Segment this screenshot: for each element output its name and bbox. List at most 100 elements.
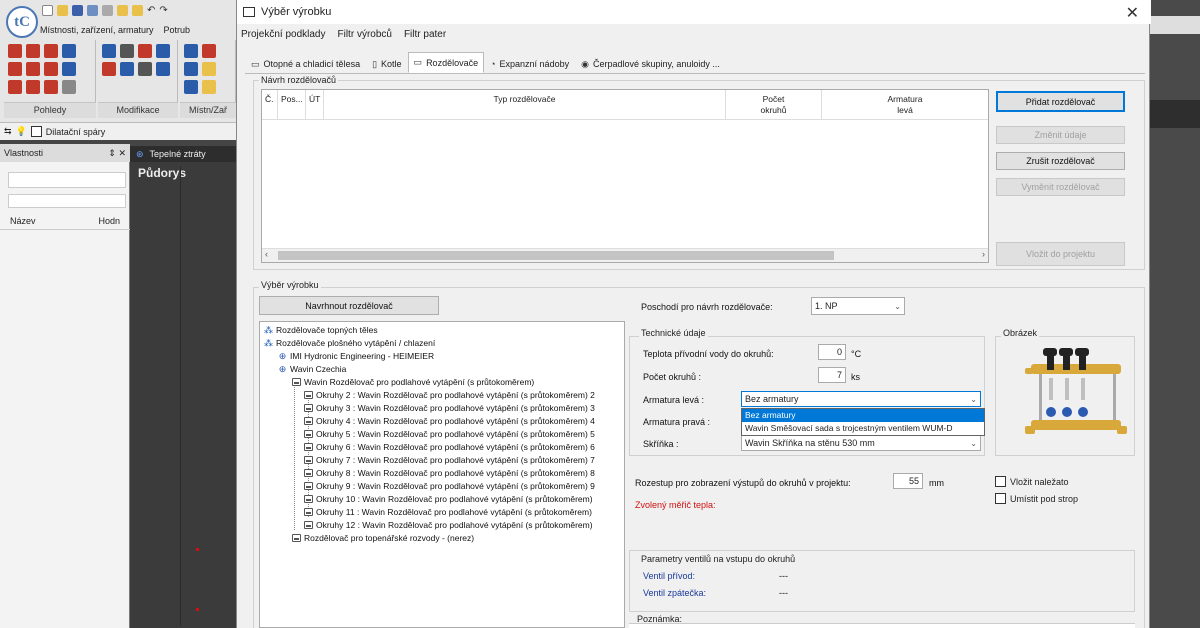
properties-filter-field[interactable] — [8, 194, 126, 208]
home-icon[interactable] — [26, 44, 40, 58]
open-folder-icon[interactable] — [57, 4, 68, 16]
tree-item-floor-heating-manifolds[interactable]: ⁂ Rozdělovače plošného vytápění / chlaze… — [264, 338, 435, 348]
room-icon[interactable] — [184, 62, 198, 76]
align-icon[interactable] — [138, 62, 152, 76]
under-ceiling-checkbox[interactable]: Umístit pod strop — [995, 493, 1078, 504]
dilatation-checkbox[interactable] — [30, 126, 42, 137]
tree-item-circuits-10[interactable]: Okruhy 10 : Wavin Rozdělovač pro podlaho… — [304, 494, 593, 504]
tree-item-circuits-11[interactable]: Okruhy 11 : Wavin Rozdělovač pro podlaho… — [304, 507, 592, 517]
left-valve-select[interactable]: Bez armatury ⌄ — [741, 391, 981, 407]
ribbon-tab-pipes[interactable]: Potrub — [164, 25, 191, 35]
drawing-canvas[interactable] — [130, 162, 236, 628]
zoom-icon[interactable] — [62, 62, 76, 76]
properties-type-field[interactable] — [8, 172, 126, 188]
floor-select[interactable]: 1. NP ⌄ — [811, 297, 905, 315]
print-icon[interactable] — [87, 4, 98, 16]
column-header-type[interactable]: Typ rozdělovače — [324, 90, 726, 119]
product-tree[interactable]: ⁂ Rozdělovače topných těles ⁂ Rozdělovač… — [259, 321, 625, 628]
tree-item-circuits-6[interactable]: Okruhy 6 : Wavin Rozdělovač pro podlahov… — [304, 442, 595, 452]
checkbox-box[interactable] — [995, 476, 1006, 487]
view-icon[interactable] — [8, 80, 22, 94]
tree-item-circuits-4[interactable]: Okruhy 4 : Wavin Rozdělovač pro podlahov… — [304, 416, 595, 426]
checkbox-box[interactable] — [995, 493, 1006, 504]
view-icon[interactable] — [44, 62, 58, 76]
tab-pump-groups[interactable]: ◉ Čerpadlové skupiny, anuloidy ... — [575, 55, 726, 73]
tab-boilers[interactable]: ▯ Kotle — [366, 55, 407, 73]
zoom-icon[interactable] — [62, 44, 76, 58]
room-icon[interactable] — [184, 44, 198, 58]
manifold-design-table[interactable]: Č. Pos... ÚT Typ rozdělovače Počet okruh… — [261, 89, 989, 263]
folder-icon[interactable] — [117, 4, 128, 16]
copy-icon[interactable] — [138, 44, 152, 58]
tree-item-circuits-2[interactable]: Okruhy 2 : Wavin Rozdělovač pro podlahov… — [304, 390, 595, 400]
properties-controls[interactable]: ⇕ ✕ — [108, 148, 126, 158]
lay-horizontal-checkbox[interactable]: Vložit naležato — [995, 476, 1069, 487]
view-icon[interactable] — [8, 62, 22, 76]
new-file-icon[interactable] — [42, 4, 53, 16]
view-icon[interactable] — [8, 44, 22, 58]
move-icon[interactable] — [102, 44, 116, 58]
rotate-icon[interactable] — [120, 44, 134, 58]
door-icon[interactable] — [26, 62, 40, 76]
tree-item-radiator-manifolds[interactable]: ⁂ Rozdělovače topných těles — [264, 325, 378, 335]
note-field[interactable] — [629, 623, 1135, 628]
tab-radiators[interactable]: ▭ Otopné a chladicí tělesa — [245, 55, 366, 73]
tree-item-imi-heimeier[interactable]: ⊕ IMI Hydronic Engineering - HEIMEIER — [278, 351, 434, 361]
tree-item-circuits-9[interactable]: Okruhy 9 : Wavin Rozdělovač pro podlahov… — [304, 481, 595, 491]
spacing-field[interactable]: 55 — [893, 473, 923, 489]
scroll-right-icon[interactable]: › — [982, 249, 985, 259]
menu-project-docs[interactable]: Projekční podklady — [241, 29, 326, 40]
supply-temp-field[interactable]: 0 — [818, 344, 846, 360]
tree-item-wavin-series[interactable]: Wavin Rozdělovač pro podlahové vytápění … — [292, 377, 534, 387]
edit-icon[interactable] — [156, 62, 170, 76]
room-icon[interactable] — [184, 80, 198, 94]
tool-icon[interactable] — [102, 4, 113, 16]
scroll-left-icon[interactable]: ‹ — [265, 249, 268, 259]
dropdown-option-no-valve[interactable]: Bez armatury — [742, 409, 984, 422]
column-header-number[interactable]: Č. — [262, 90, 278, 119]
tab-expansion-tanks[interactable]: ◔ Expanzní nádoby — [484, 55, 575, 73]
tree-item-circuits-12[interactable]: Okruhy 12 : Wavin Rozdělovač pro podlaho… — [304, 520, 593, 530]
suggest-manifold-button[interactable]: Navrhnout rozdělovač — [259, 296, 439, 315]
menu-manufacturer-filter[interactable]: Filtr výrobců — [338, 29, 392, 40]
insert-into-project-button[interactable]: Vložit do projektu — [996, 242, 1125, 266]
folder-icon[interactable] — [132, 4, 143, 16]
change-data-button[interactable]: Změnit údaje — [996, 126, 1125, 144]
tree-item-circuits-8[interactable]: Okruhy 8 : Wavin Rozdělovač pro podlahov… — [304, 468, 595, 478]
column-header-left-valve[interactable]: Armatura levá — [822, 90, 988, 119]
split-icon[interactable] — [120, 62, 134, 76]
view-icon[interactable] — [44, 44, 58, 58]
replace-manifold-button[interactable]: Vyměnit rozdělovač — [996, 178, 1125, 196]
horizontal-scrollbar[interactable]: ‹ › — [262, 248, 988, 262]
tree-item-wavin-czechia[interactable]: ⊕ Wavin Czechia — [278, 364, 347, 374]
tree-item-circuits-5[interactable]: Okruhy 5 : Wavin Rozdělovač pro podlahov… — [304, 429, 595, 439]
tree-item-circuits-3[interactable]: Okruhy 3 : Wavin Rozdělovač pro podlahov… — [304, 403, 595, 413]
device-icon[interactable] — [202, 44, 216, 58]
stretch-icon[interactable] — [102, 62, 116, 76]
home-icon[interactable] — [26, 80, 40, 94]
column-header-ut[interactable]: ÚT — [306, 90, 324, 119]
tab-manifolds[interactable]: ▭ Rozdělovače — [407, 52, 485, 73]
scrollbar-thumb[interactable] — [278, 251, 834, 260]
redo-icon[interactable]: ↷ — [159, 5, 167, 16]
device-icon[interactable] — [202, 62, 216, 76]
column-header-position[interactable]: Pos... — [278, 90, 306, 119]
cancel-manifold-button[interactable]: Zrušit rozdělovač — [996, 152, 1125, 170]
menu-floor-filter[interactable]: Filtr pater — [404, 29, 446, 40]
cabinet-select[interactable]: Wavin Skříňka na stěnu 530 mm ⌄ — [741, 435, 981, 451]
tab-heat-loss[interactable]: Tepelné ztráty — [150, 149, 206, 159]
mirror-icon[interactable] — [156, 44, 170, 58]
app-logo[interactable]: tC — [6, 6, 38, 38]
tree-item-circuits-7[interactable]: Okruhy 7 : Wavin Rozdělovač pro podlahov… — [304, 455, 595, 465]
close-icon[interactable]: ✕ — [1126, 3, 1139, 23]
save-icon[interactable] — [72, 4, 83, 16]
tree-item-stainless-manifold[interactable]: Rozdělovač pro topenářské rozvody - (ner… — [292, 533, 474, 543]
ribbon-tab-rooms[interactable]: Místnosti, zařízení, armatury — [40, 25, 154, 35]
device-icon[interactable] — [202, 80, 216, 94]
undo-icon[interactable]: ↶ — [147, 5, 155, 16]
toolbar-icon[interactable]: ⇆ — [4, 126, 12, 137]
dropdown-option-mixing-set[interactable]: Wavin Směšovací sada s trojcestným venti… — [742, 422, 984, 435]
lightbulb-icon[interactable]: 💡 — [16, 126, 27, 137]
refresh-icon[interactable] — [62, 80, 76, 94]
add-manifold-button[interactable]: Přidat rozdělovač — [996, 91, 1125, 112]
